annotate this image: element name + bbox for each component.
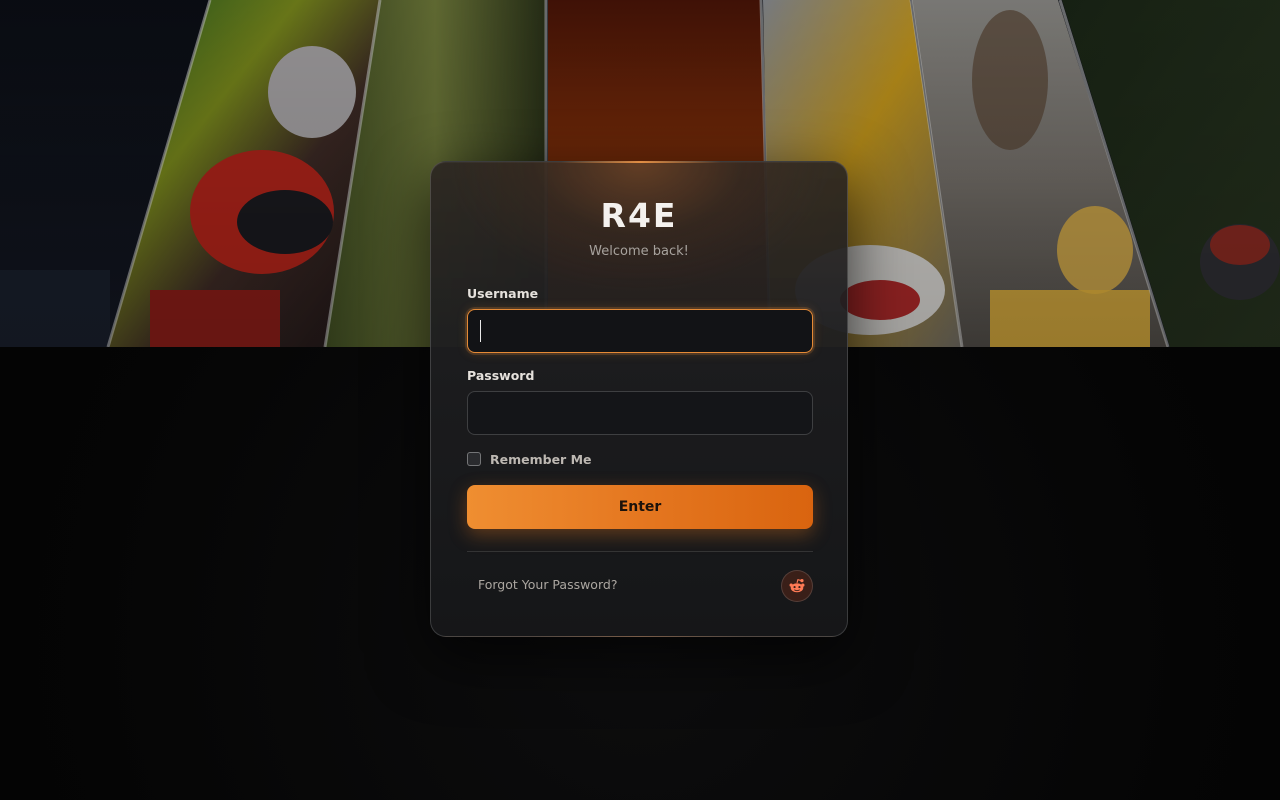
- forgot-password-link[interactable]: Forgot Your Password?: [478, 577, 617, 593]
- login-page: R4E Welcome back! Username Password Reme…: [0, 0, 1280, 800]
- password-label: Password: [467, 368, 535, 383]
- username-label: Username: [467, 286, 539, 301]
- login-card: R4E Welcome back! Username Password Reme…: [430, 161, 848, 637]
- text-cursor: [480, 320, 481, 342]
- password-input[interactable]: [467, 391, 813, 435]
- welcome-subtitle: Welcome back!: [589, 244, 689, 259]
- reddit-login-button[interactable]: [781, 570, 813, 602]
- brand-title: R4E: [600, 196, 678, 235]
- card-accent-line: [561, 161, 721, 163]
- remember-me[interactable]: Remember Me: [467, 450, 592, 468]
- username-input[interactable]: [467, 309, 813, 353]
- remember-me-checkbox[interactable]: [467, 452, 481, 466]
- footer-divider: [467, 551, 813, 552]
- enter-button[interactable]: Enter: [467, 485, 813, 529]
- remember-me-label: Remember Me: [490, 451, 592, 467]
- reddit-icon: [789, 578, 805, 593]
